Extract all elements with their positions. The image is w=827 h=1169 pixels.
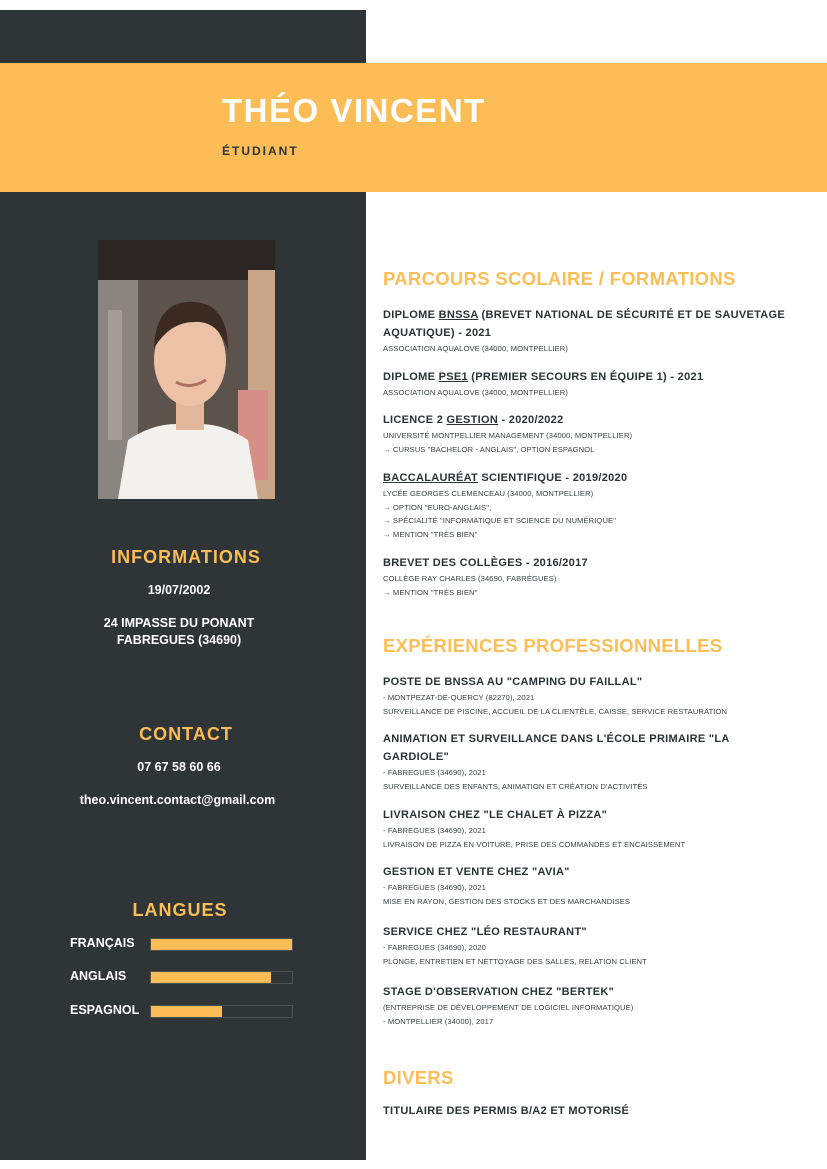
language-level-fill bbox=[151, 1006, 222, 1017]
formation-detail: → CURSUS "BACHELOR - ANGLAIS", OPTION ES… bbox=[383, 444, 595, 454]
formation-title: BACCALAURÉAT SCIENTIFIQUE - 2019/2020 bbox=[383, 472, 628, 484]
formation-entry: LICENCE 2 GESTION - 2020/2022 UNIVERSITÉ… bbox=[383, 411, 803, 456]
birthdate: 19/07/2002 bbox=[147, 583, 211, 597]
divers-entry: TITULAIRE DES PERMIS B/A2 ET MOTORISÉ bbox=[383, 1102, 803, 1120]
formation-entry: BACCALAURÉAT SCIENTIFIQUE - 2019/2020 LY… bbox=[383, 469, 803, 541]
email-link[interactable]: theo.vincent.contact@gmail.com bbox=[0, 792, 355, 809]
phone-number: 07 67 58 60 66 bbox=[137, 760, 221, 774]
language-level-fill bbox=[151, 939, 292, 950]
divers-text: TITULAIRE DES PERMIS B/A2 ET MOTORISÉ bbox=[383, 1105, 630, 1117]
experience-entry: ANIMATION ET SURVEILLANCE DANS L'ÉCOLE P… bbox=[383, 730, 743, 793]
language-level-bar bbox=[150, 971, 293, 984]
experience-detail: - FABREGUES (34690), 2021 bbox=[383, 883, 486, 892]
formations-title: PARCOURS SCOLAIRE / FORMATIONS bbox=[383, 268, 736, 289]
language-level-bar bbox=[150, 938, 293, 951]
formation-detail: COLLÈGE RAY CHARLES (34690, FABRÈGUES) bbox=[383, 574, 557, 583]
formation-detail: ASSOCIATION AQUALOVE (34000, MONTPELLIER… bbox=[383, 344, 568, 353]
formation-entry: BREVET DES COLLÈGES - 2016/2017 COLLÈGE … bbox=[383, 554, 803, 599]
experience-detail: - MONTPELLIER (34000), 2017 bbox=[383, 1016, 494, 1026]
experience-detail: - FABREGUES (34690), 2020 bbox=[383, 943, 486, 952]
formation-title: BREVET DES COLLÈGES - 2016/2017 bbox=[383, 557, 588, 569]
formation-title: DIPLOME PSE1 (PREMIER SECOURS EN ÉQUIPE … bbox=[383, 371, 704, 383]
experience-detail: PLONGE, ENTRETIEN ET NETTOYAGE DES SALLE… bbox=[383, 956, 647, 966]
candidate-role: ÉTUDIANT bbox=[222, 144, 299, 158]
formation-detail: → SPÉCIALITÉ "INFORMATIQUE ET SCIENCE DU… bbox=[383, 516, 616, 525]
experience-title: LIVRAISON CHEZ "LE CHALET À PIZZA" bbox=[383, 809, 608, 821]
experience-detail: - MONTPEZAT-DE-QUERCY (82270), 2021 bbox=[383, 693, 535, 702]
formation-detail: → MENTION "TRÈS BIEN" bbox=[383, 529, 478, 539]
language-label: FRANÇAIS bbox=[70, 936, 135, 950]
experience-entry: GESTION ET VENTE CHEZ "AVIA" - FABREGUES… bbox=[383, 863, 803, 908]
experience-entry: STAGE D'OBSERVATION CHEZ "BERTEK" (ENTRE… bbox=[383, 983, 803, 1028]
experience-title: GESTION ET VENTE CHEZ "AVIA" bbox=[383, 866, 570, 878]
language-label: ANGLAIS bbox=[70, 969, 127, 983]
address-line2: FABREGUES (34690) bbox=[116, 633, 242, 647]
experience-title: STAGE D'OBSERVATION CHEZ "BERTEK" bbox=[383, 986, 615, 998]
contact-title: CONTACT bbox=[139, 724, 233, 744]
formation-title: LICENCE 2 GESTION - 2020/2022 bbox=[383, 414, 564, 426]
experience-title: ANIMATION ET SURVEILLANCE DANS L'ÉCOLE P… bbox=[383, 733, 730, 763]
formation-detail: → MENTION "TRÈS BIEN" bbox=[383, 587, 478, 597]
formation-detail: LYCÉE GEORGES CLEMENCEAU (34000, MONTPEL… bbox=[383, 489, 594, 498]
experience-detail: - FABREGUES (34690), 2021 bbox=[383, 768, 486, 777]
experience-entry: SERVICE CHEZ "LÉO RESTAURANT" - FABREGUE… bbox=[383, 923, 803, 968]
formation-detail: → OPTION "EURO-ANGLAIS", bbox=[383, 502, 492, 512]
address-line1: 24 IMPASSE DU PONANT bbox=[103, 616, 255, 630]
experiences-title: EXPÉRIENCES PROFESSIONNELLES bbox=[383, 635, 723, 656]
language-label: ESPAGNOL bbox=[70, 1003, 140, 1017]
formation-entry: DIPLOME BNSSA (BREVET NATIONAL DE SÉCURI… bbox=[383, 306, 803, 356]
experience-detail: - FABREGUES (34690), 2021 bbox=[383, 826, 486, 835]
candidate-name: THÉO VINCENT bbox=[222, 92, 486, 129]
formation-entry: DIPLOME PSE1 (PREMIER SECOURS EN ÉQUIPE … bbox=[383, 368, 803, 400]
divers-title: DIVERS bbox=[383, 1067, 454, 1088]
experience-detail: LIVRAISON DE PIZZA EN VOITURE, PRISE DES… bbox=[383, 839, 686, 849]
experience-title: SERVICE CHEZ "LÉO RESTAURANT" bbox=[383, 926, 587, 938]
formation-title: DIPLOME BNSSA (BREVET NATIONAL DE SÉCURI… bbox=[383, 309, 786, 339]
experience-detail: MISE EN RAYON, GESTION DES STOCKS ET DES… bbox=[383, 896, 631, 906]
formation-detail: ASSOCIATION AQUALOVE (34000, MONTPELLIER… bbox=[383, 388, 568, 397]
portrait-illustration bbox=[98, 240, 275, 499]
experience-detail: SURVEILLANCE DES ENFANTS, ANIMATION ET C… bbox=[383, 781, 648, 791]
language-level-fill bbox=[151, 972, 271, 983]
informations-title: INFORMATIONS bbox=[111, 547, 261, 567]
profile-photo bbox=[98, 240, 275, 499]
language-level-bar bbox=[150, 1005, 293, 1018]
langues-title: LANGUES bbox=[132, 900, 228, 920]
experience-detail: (ENTREPRISE DE DÉVELOPPEMENT DE LOGICIEL… bbox=[383, 1003, 634, 1012]
experience-entry: POSTE DE BNSSA AU "CAMPING DU FAILLAL" -… bbox=[383, 673, 803, 718]
experience-title: POSTE DE BNSSA AU "CAMPING DU FAILLAL" bbox=[383, 676, 643, 688]
formation-detail: UNIVERSITÉ MONTPELLIER MANAGEMENT (34000… bbox=[383, 431, 633, 440]
experience-entry: LIVRAISON CHEZ "LE CHALET À PIZZA" - FAB… bbox=[383, 806, 803, 851]
experience-detail: SURVEILLANCE DE PISCINE, ACCUEIL DE LA C… bbox=[383, 706, 728, 716]
